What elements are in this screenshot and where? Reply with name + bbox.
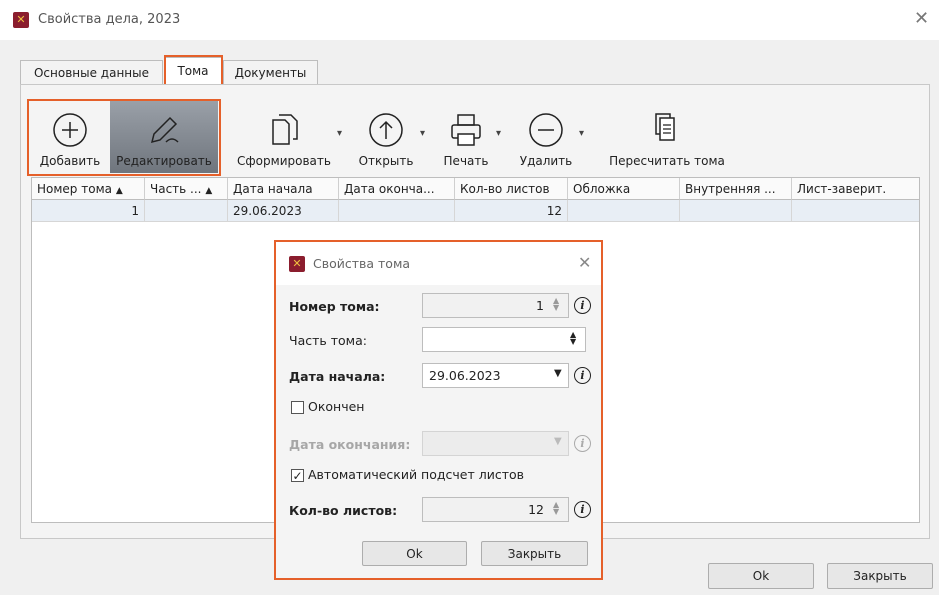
printer-icon — [451, 114, 481, 146]
open-button[interactable]: Открыть — [355, 104, 417, 168]
cell-cover[interactable] — [568, 200, 680, 222]
edit-button-label: Редактировать — [116, 154, 212, 168]
column-header-label: Лист-заверит. — [797, 182, 887, 196]
cell-volume[interactable]: 1 — [32, 200, 145, 222]
cell-sheets[interactable]: 12 — [455, 200, 568, 222]
column-header-volume[interactable]: Номер тома ▲ — [32, 178, 145, 200]
column-header-part[interactable]: Часть ... ▲ — [145, 178, 228, 200]
minus-circle-icon — [529, 113, 563, 147]
tab-main-data-label: Основные данные — [33, 65, 150, 80]
pencil-icon — [150, 116, 179, 144]
column-header-cover[interactable]: Обложка — [568, 178, 680, 200]
delete-button-label: Удалить — [519, 154, 573, 168]
form-dropdown-icon[interactable]: ▾ — [337, 128, 342, 139]
print-dropdown-icon[interactable]: ▾ — [496, 128, 501, 139]
documents-icon — [272, 114, 298, 145]
column-header-label: Номер тома — [37, 182, 112, 196]
print-button-label: Печать — [443, 154, 489, 168]
column-header-start-date[interactable]: Дата начала — [228, 178, 339, 200]
main-ok-button[interactable]: Ok — [708, 563, 814, 589]
tab-main-data[interactable]: Основные данные — [20, 60, 163, 84]
dialog-highlight — [274, 240, 603, 580]
window-close-icon[interactable]: ✕ — [914, 10, 929, 28]
column-header-end-date[interactable]: Дата оконча... — [339, 178, 455, 200]
recalc-volumes-label: Пересчитать тома — [609, 154, 725, 168]
window-titlebar: ✕ Свойства дела, 2023 ✕ — [0, 0, 939, 40]
column-header-label: Дата начала — [233, 182, 313, 196]
open-button-label: Открыть — [358, 154, 414, 168]
open-dropdown-icon[interactable]: ▾ — [420, 128, 425, 139]
sort-asc-icon: ▲ — [115, 186, 123, 196]
delete-button[interactable]: Удалить — [514, 104, 578, 168]
column-header-label: Дата оконча... — [344, 182, 435, 196]
recalc-volumes-button[interactable]: Пересчитать тома — [597, 104, 737, 168]
cell-inner[interactable] — [680, 200, 792, 222]
edit-button[interactable]: Редактировать — [110, 104, 218, 168]
column-header-certificate[interactable]: Лист-заверит. — [792, 178, 919, 200]
tab-volumes-highlight — [164, 55, 223, 86]
cell-end-date[interactable] — [339, 200, 455, 222]
form-button-label: Сформировать — [237, 154, 331, 168]
tab-documents-label: Документы — [234, 65, 307, 80]
case-properties-window: ✕ Свойства дела, 2023 ✕ Основные данные … — [0, 0, 939, 595]
arrow-up-circle-icon — [369, 113, 403, 147]
main-close-button[interactable]: Закрыть — [827, 563, 933, 589]
plus-circle-icon — [53, 113, 87, 147]
delete-dropdown-icon[interactable]: ▾ — [579, 128, 584, 139]
column-header-label: Кол-во листов — [460, 182, 550, 196]
cell-start-date[interactable]: 29.06.2023 — [228, 200, 339, 222]
print-button[interactable]: Печать — [436, 104, 496, 168]
add-button-label: Добавить — [39, 154, 101, 168]
cell-certificate[interactable] — [792, 200, 919, 222]
sort-asc-icon: ▲ — [205, 186, 213, 196]
column-header-label: Часть ... — [150, 182, 202, 196]
document-stack-icon — [655, 113, 675, 141]
app-logo-icon: ✕ — [13, 12, 29, 28]
window-title: Свойства дела, 2023 — [38, 12, 181, 27]
add-button[interactable]: Добавить — [35, 104, 105, 168]
column-header-sheets[interactable]: Кол-во листов — [455, 178, 568, 200]
column-header-inner[interactable]: Внутренняя ... — [680, 178, 792, 200]
column-header-label: Внутренняя ... — [685, 182, 776, 196]
tab-documents[interactable]: Документы — [223, 60, 318, 84]
column-header-label: Обложка — [573, 182, 631, 196]
form-button[interactable]: Сформировать — [232, 104, 336, 168]
cell-part[interactable] — [145, 200, 228, 222]
